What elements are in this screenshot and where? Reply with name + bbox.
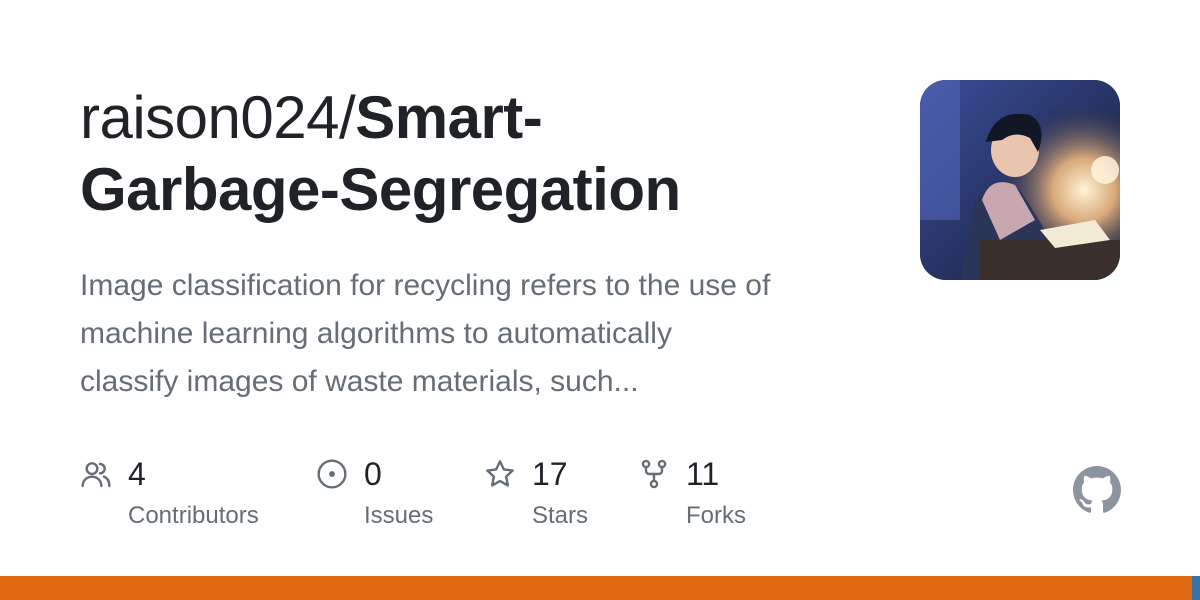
people-icon xyxy=(81,462,111,488)
contributors-label: Contributors xyxy=(128,502,259,529)
contributors-count: 4 xyxy=(128,456,146,492)
repo-description: Image classification for recycling refer… xyxy=(80,262,880,406)
issue-opened-icon xyxy=(317,459,347,489)
description-line: classify images of waste materials, such… xyxy=(80,365,639,398)
language-bar xyxy=(0,576,1200,600)
stars-label: Stars xyxy=(532,502,589,529)
description-line: Image classification for recycling refer… xyxy=(80,269,771,302)
repo-name-line1: Smart- xyxy=(355,84,543,151)
issues-count: 0 xyxy=(364,456,382,492)
repo-owner: raison024/ xyxy=(80,84,356,151)
forks-count: 11 xyxy=(686,456,720,492)
language-bar-segment-primary xyxy=(0,576,1192,600)
repo-name-line2: Garbage-Segregation xyxy=(80,156,681,223)
github-logo-icon[interactable] xyxy=(1073,466,1121,514)
forks-label: Forks xyxy=(686,502,746,529)
stars-count: 17 xyxy=(532,456,568,492)
description-line: machine learning algorithms to automatic… xyxy=(80,317,672,350)
language-bar-segment-secondary xyxy=(1192,576,1200,600)
owner-avatar xyxy=(920,80,1120,280)
repo-title: raison024/Smart- Garbage-Segregation xyxy=(80,82,880,226)
issues-label: Issues xyxy=(364,502,434,529)
star-icon xyxy=(486,460,514,487)
repo-forked-icon xyxy=(641,459,667,489)
